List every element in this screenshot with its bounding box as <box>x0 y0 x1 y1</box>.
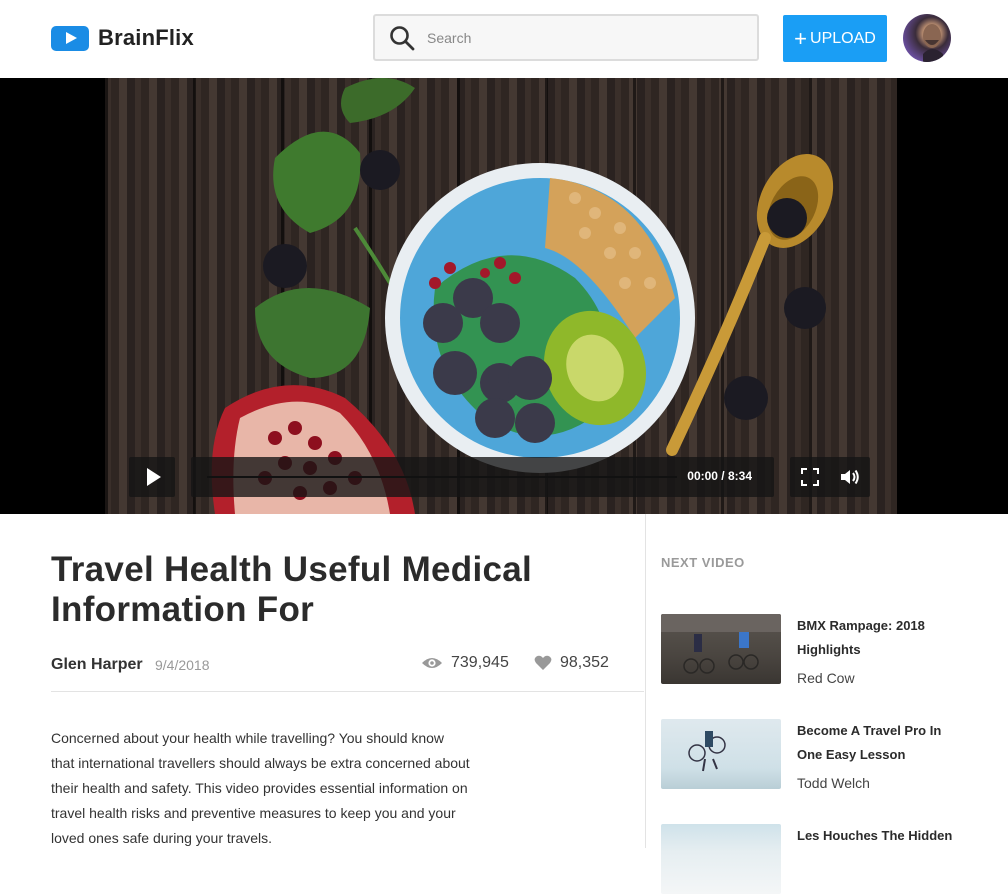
search-icon <box>390 25 415 50</box>
video-poster[interactable]: 00:00 / 8:34 <box>105 78 897 514</box>
next-video-title[interactable]: BMX Rampage: 2018 Highlights <box>797 614 967 662</box>
scrubber-track[interactable] <box>207 476 677 478</box>
views-count: 739,945 <box>451 654 509 671</box>
next-video-title[interactable]: Become A Travel Pro In One Easy Lesson <box>797 719 967 767</box>
next-video-heading: NEXT VIDEO <box>661 555 745 570</box>
brand-name: BrainFlix <box>98 25 194 50</box>
heart-icon <box>534 655 552 670</box>
thumbnail-image <box>688 731 726 772</box>
play-icon <box>147 468 161 486</box>
site-header: BrainFlix + UPLOAD <box>0 0 1008 78</box>
fullscreen-icon[interactable] <box>800 468 819 486</box>
time-display: 00:00 / 8:34 <box>687 469 752 483</box>
likes-count: 98,352 <box>560 654 609 671</box>
play-icon <box>51 25 89 51</box>
video-author: Glen Harper <box>51 656 143 673</box>
plus-icon: + <box>794 25 808 51</box>
video-title: Travel Health Useful Medical Information… <box>51 550 533 629</box>
user-avatar[interactable] <box>903 14 951 62</box>
sidebar-divider <box>645 514 646 848</box>
video-thumbnail[interactable] <box>661 614 781 684</box>
next-video-item[interactable]: Les Houches The Hidden <box>661 824 991 894</box>
search-input[interactable] <box>425 28 729 47</box>
play-button[interactable] <box>129 457 175 497</box>
search-bar[interactable] <box>373 14 759 61</box>
views-stat: 739,945 <box>421 654 509 672</box>
volume-icon[interactable] <box>840 468 860 486</box>
progress-bar[interactable]: 00:00 / 8:34 <box>191 457 774 497</box>
player-controls: 00:00 / 8:34 <box>129 457 873 497</box>
upload-button[interactable]: + UPLOAD <box>783 15 887 62</box>
next-video-item[interactable]: BMX Rampage: 2018 Highlights Red Cow <box>661 614 991 686</box>
likes-stat[interactable]: 98,352 <box>534 654 609 672</box>
thumbnail-image <box>661 614 781 674</box>
next-video-channel: Todd Welch <box>797 775 870 791</box>
video-thumbnail[interactable] <box>661 719 781 789</box>
avatar-image <box>923 24 943 62</box>
content-divider <box>51 691 644 692</box>
video-player: 00:00 / 8:34 <box>0 78 1008 514</box>
video-date: 9/4/2018 <box>155 657 210 673</box>
next-video-item[interactable]: Become A Travel Pro In One Easy Lesson T… <box>661 719 991 791</box>
brand-logo[interactable]: BrainFlix <box>51 25 194 51</box>
poster-image <box>211 78 834 514</box>
upload-label: UPLOAD <box>810 29 876 47</box>
video-description: Concerned about your health while travel… <box>51 730 470 846</box>
next-video-channel: Red Cow <box>797 670 855 686</box>
video-thumbnail[interactable] <box>661 824 781 894</box>
video-meta: Glen Harper 9/4/2018 739,945 98,352 <box>51 654 614 676</box>
player-right-controls <box>790 457 870 497</box>
next-video-title[interactable]: Les Houches The Hidden <box>797 824 967 848</box>
eye-icon <box>422 658 442 668</box>
